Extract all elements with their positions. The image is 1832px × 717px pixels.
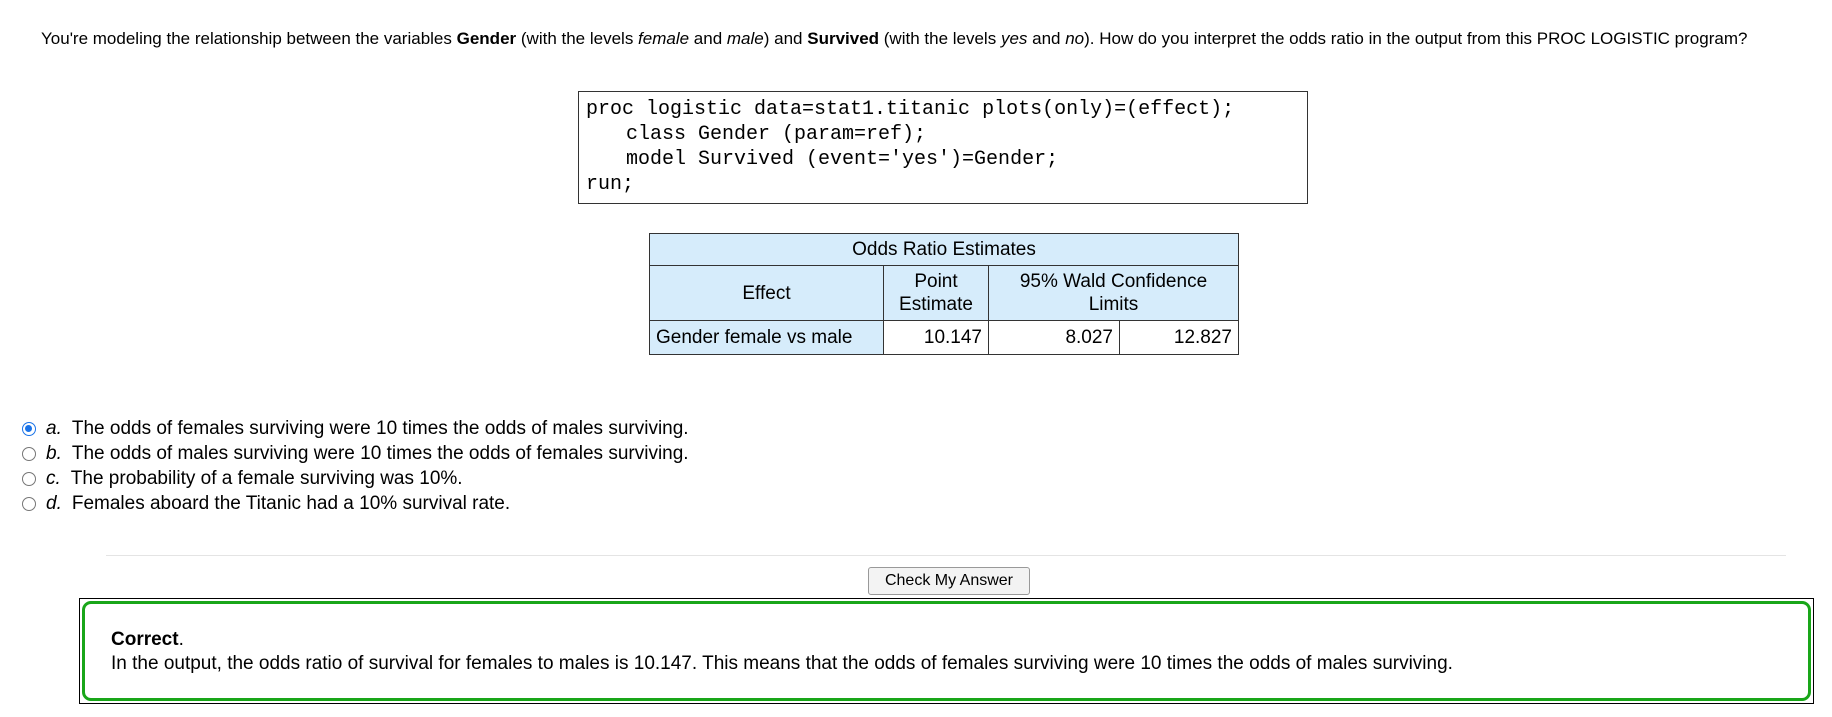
question-segment: You're modeling the relationship between… (41, 29, 457, 48)
option-text: The odds of males surviving were 10 time… (71, 442, 689, 464)
column-header-point-estimate: Point Estimate (883, 265, 989, 321)
table-row: Gender female vs male 10.147 8.027 12.82… (649, 320, 1239, 355)
question-segment: (with the levels (516, 29, 639, 48)
feedback-title-suffix: . (178, 629, 184, 650)
feedback-text: In the output, the odds ratio of surviva… (111, 653, 1453, 674)
check-answer-button[interactable]: Check My Answer (868, 567, 1030, 595)
answer-option-d[interactable]: d. Females aboard the Titanic had a 10% … (22, 491, 689, 516)
level-name: female (638, 29, 690, 48)
option-text: The odds of females surviving were 10 ti… (71, 417, 689, 439)
radio-button-a[interactable] (22, 421, 36, 436)
level-name: yes (1000, 29, 1028, 48)
code-line: proc logistic data=stat1.titanic plots(o… (586, 98, 1235, 121)
level-name: male (726, 29, 764, 48)
option-letter: b. (46, 442, 62, 464)
question-segment: and (1027, 29, 1066, 48)
cell-point-estimate: 10.147 (883, 320, 989, 355)
variable-name: Gender (456, 29, 517, 48)
level-name: no (1065, 29, 1085, 48)
question-segment: ). How do you interpret the odds ratio i… (1084, 29, 1748, 48)
column-header-confidence-limits: 95% Wald Confidence Limits (988, 265, 1239, 321)
radio-button-c[interactable] (22, 471, 36, 486)
code-line: run; (586, 173, 635, 196)
question-text: You're modeling the relationship between… (41, 28, 1801, 50)
code-block: proc logistic data=stat1.titanic plots(o… (578, 91, 1308, 204)
radio-button-d[interactable] (22, 496, 36, 511)
answer-option-c[interactable]: c. The probability of a female surviving… (22, 466, 689, 491)
divider (106, 555, 1786, 556)
code-line: class Gender (param=ref); (626, 123, 927, 146)
option-text: The probability of a female surviving wa… (70, 467, 463, 489)
cell-upper-limit: 12.827 (1119, 320, 1239, 355)
feedback-heading: Correct. (111, 628, 1782, 652)
question-segment: ) and (763, 29, 808, 48)
answer-option-b[interactable]: b. The odds of males surviving were 10 t… (22, 441, 689, 466)
option-letter: c. (46, 467, 61, 489)
feedback-panel: Correct. In the output, the odds ratio o… (79, 598, 1814, 704)
feedback-title: Correct (111, 629, 179, 650)
answer-option-a[interactable]: a. The odds of females surviving were 10… (22, 416, 689, 441)
odds-ratio-table: Odds Ratio Estimates Effect Point Estima… (649, 233, 1239, 355)
option-text: Females aboard the Titanic had a 10% sur… (71, 492, 511, 514)
cell-lower-limit: 8.027 (988, 320, 1120, 355)
question-segment: and (689, 29, 727, 48)
option-letter: a. (46, 417, 62, 439)
variable-name: Survived (807, 29, 880, 48)
option-letter: d. (46, 492, 62, 514)
code-line: model Survived (event='yes')=Gender; (626, 148, 1059, 171)
radio-button-b[interactable] (22, 446, 36, 461)
column-header-effect: Effect (649, 265, 884, 321)
table-title: Odds Ratio Estimates (649, 233, 1239, 266)
row-header-effect: Gender female vs male (649, 320, 884, 355)
feedback-box: Correct. In the output, the odds ratio o… (82, 601, 1811, 701)
answer-options: a. The odds of females surviving were 10… (22, 416, 689, 516)
question-segment: (with the levels (879, 29, 1001, 48)
